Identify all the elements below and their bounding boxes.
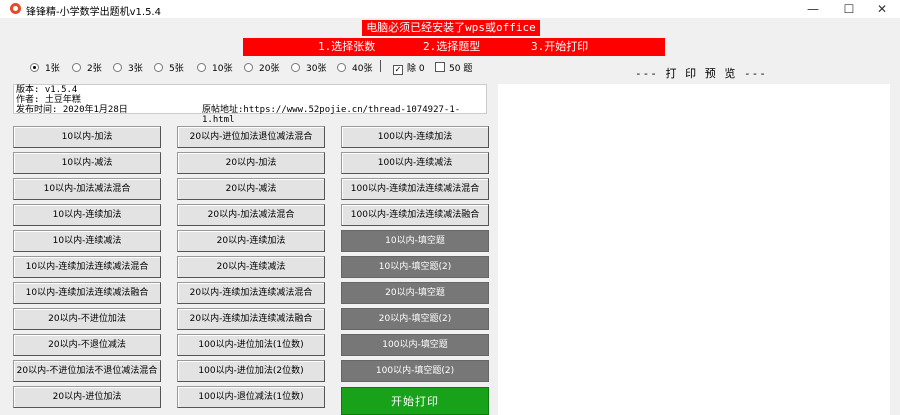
fill-blank-button[interactable]: 100以内-填空题 [341,334,489,356]
exercise-button[interactable]: 100以内-退位减法(1位数) [177,386,325,408]
checkbox-icon [435,62,445,72]
fill-blank-button[interactable]: 100以内-填空题(2) [341,360,489,382]
steps-banner: 1.选择张数 2.选择题型 3.开始打印 [243,38,665,56]
radio-button-icon [337,63,346,72]
exercise-button[interactable]: 100以内-连续减法 [341,152,489,174]
start-print-button[interactable]: 开始打印 [341,387,489,415]
exercise-button[interactable]: 20以内-不进位加法不退位减法混合 [13,360,161,382]
date-text: 发布时间: 2020年1月28日 [16,105,128,115]
exercise-button[interactable]: 20以内-加法 [177,152,325,174]
exercise-button[interactable]: 100以内-连续加法 [341,126,489,148]
radio-button-icon [113,63,122,72]
radio-1[interactable]: 1张 [30,61,60,74]
close-button[interactable]: ✕ [864,0,900,18]
minimize-button[interactable]: — [795,0,831,18]
exercise-button[interactable]: 10以内-加法减法混合 [13,178,161,200]
window-title: 锋锋精-小学数学出题机v1.5.4 [26,7,161,18]
radio-2[interactable]: 2张 [72,61,102,74]
radio-button-icon [30,63,39,72]
exercise-button[interactable]: 10以内-连续加法 [13,204,161,226]
maximize-button[interactable]: ☐ [831,0,867,18]
exercise-button[interactable]: 10以内-连续加法连续减法融合 [13,282,161,304]
exercise-button[interactable]: 100以内-进位加法(1位数) [177,334,325,356]
radio-button-icon [291,63,300,72]
info-box: 版本: v1.5.4 作者: 土豆年糕 发布时间: 2020年1月28日 原帖地… [13,84,487,125]
fifty-questions-checkbox[interactable]: 50 题 [435,61,472,74]
exercise-button[interactable]: 20以内-加法减法混合 [177,204,325,226]
exercise-button[interactable]: 20以内-不退位减法 [13,334,161,356]
preview-title: --- 打 印 预 览 --- [635,67,767,80]
exclude-zero-checkbox[interactable]: ✓ 除 0 [393,61,425,75]
radio-button-icon [244,63,253,72]
radio-button-icon [154,63,163,72]
fill-blank-button[interactable]: 10以内-填空题 [341,230,489,252]
exercise-button[interactable]: 10以内-连续加法连续减法混合 [13,256,161,278]
radio-10[interactable]: 10张 [197,61,232,74]
radio-40[interactable]: 40张 [337,61,372,74]
exercise-button[interactable]: 20以内-减法 [177,178,325,200]
notice-banner: 电脑必须已经安装了wps或office [362,20,540,36]
exercise-button[interactable]: 20以内-进位加法 [13,386,161,408]
step-2-label: 2.选择题型 [423,40,481,53]
exercise-button[interactable]: 20以内-连续加法 [177,230,325,252]
exercise-button[interactable]: 100以内-进位加法(2位数) [177,360,325,382]
version-text: 版本: v1.5.4 [16,85,78,95]
exercise-button[interactable]: 10以内-加法 [13,126,161,148]
exercise-button[interactable]: 100以内-连续加法连续减法融合 [341,204,489,226]
exercise-button[interactable]: 20以内-连续加法连续减法混合 [177,282,325,304]
check-icon: ✓ [393,65,403,75]
radio-button-icon [197,63,206,72]
author-text: 作者: 土豆年糕 [16,95,81,105]
exercise-button[interactable]: 100以内-连续加法连续减法混合 [341,178,489,200]
fill-blank-button[interactable]: 20以内-填空题 [341,282,489,304]
radio-20[interactable]: 20张 [244,61,279,74]
options-separator [380,60,381,72]
exercise-button[interactable]: 20以内-进位加法退位减法混合 [177,126,325,148]
step-3-label: 3.开始打印 [531,40,589,53]
exercise-button[interactable]: 10以内-连续减法 [13,230,161,252]
app-icon [10,3,21,14]
step-1-label: 1.选择张数 [318,40,376,53]
fill-blank-button[interactable]: 10以内-填空题(2) [341,256,489,278]
exercise-button[interactable]: 10以内-减法 [13,152,161,174]
radio-button-icon [72,63,81,72]
radio-30[interactable]: 30张 [291,61,326,74]
exercise-button[interactable]: 20以内-不进位加法 [13,308,161,330]
exercise-button[interactable]: 20以内-连续加法连续减法融合 [177,308,325,330]
radio-5[interactable]: 5张 [154,61,184,74]
radio-3[interactable]: 3张 [113,61,143,74]
title-bar: 锋锋精-小学数学出题机v1.5.4 — ☐ ✕ [0,0,900,18]
source-url: 原帖地址:https://www.52pojie.cn/thread-10749… [202,105,461,125]
print-preview-area [498,84,890,415]
fill-blank-button[interactable]: 20以内-填空题(2) [341,308,489,330]
exercise-button[interactable]: 20以内-连续减法 [177,256,325,278]
